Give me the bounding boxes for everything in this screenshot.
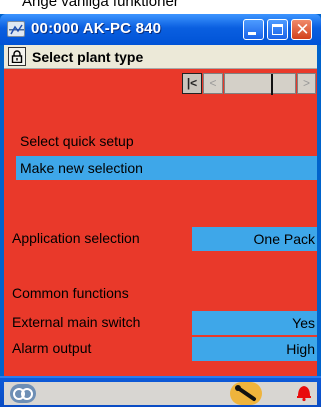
maximize-button[interactable] — [267, 19, 288, 40]
close-button[interactable]: ✕ — [291, 19, 312, 40]
alarm-output-label: Alarm output — [12, 340, 92, 356]
app-window: 00:000 AK-PC 840 ✕ Select plant type |< … — [0, 14, 321, 407]
quick-setup-field[interactable]: Make new selection — [16, 156, 317, 180]
previous-page-button[interactable]: < — [203, 73, 223, 94]
network-icon[interactable] — [10, 384, 36, 403]
title-bar[interactable]: 00:000 AK-PC 840 ✕ — [0, 14, 321, 45]
caption-text: Ange vanliga funktioner — [22, 0, 179, 10]
page-scroll-thumb[interactable] — [271, 74, 273, 95]
minimize-icon — [248, 32, 256, 35]
external-main-switch-label: External main switch — [12, 314, 141, 330]
panel-header: Select plant type — [4, 45, 317, 69]
main-panel: Select plant type |< < > Select quick se… — [4, 45, 317, 376]
first-page-icon: |< — [186, 76, 198, 90]
status-bar-inner — [4, 382, 317, 405]
external-main-switch-field[interactable]: Yes — [192, 311, 317, 335]
first-page-button[interactable]: |< — [182, 73, 202, 94]
page-navigator: |< < > — [182, 73, 316, 95]
minimize-button[interactable] — [243, 19, 264, 40]
next-page-icon: > — [302, 76, 310, 90]
common-functions-heading: Common functions — [12, 285, 129, 301]
window-title: 00:000 AK-PC 840 — [31, 20, 162, 37]
close-icon: ✕ — [295, 20, 310, 39]
previous-page-icon: < — [209, 76, 217, 90]
application-selection-label: Application selection — [12, 230, 140, 246]
page-title: Select plant type — [32, 49, 144, 65]
lock-icon — [11, 50, 23, 63]
maximize-icon — [272, 24, 283, 35]
page-scroll-track[interactable] — [224, 73, 296, 95]
alarm-output-field[interactable]: High — [192, 337, 317, 361]
application-selection-field[interactable]: One Pack — [192, 227, 317, 251]
document-caption: Ange vanliga funktioner — [0, 0, 321, 14]
app-icon — [7, 21, 25, 37]
wrench-icon[interactable] — [230, 382, 262, 405]
next-page-button[interactable]: > — [297, 73, 316, 94]
alarm-bell-icon[interactable] — [294, 382, 314, 407]
quick-setup-label: Select quick setup — [20, 133, 134, 149]
status-bar — [0, 376, 321, 407]
lock-button[interactable] — [8, 47, 26, 66]
